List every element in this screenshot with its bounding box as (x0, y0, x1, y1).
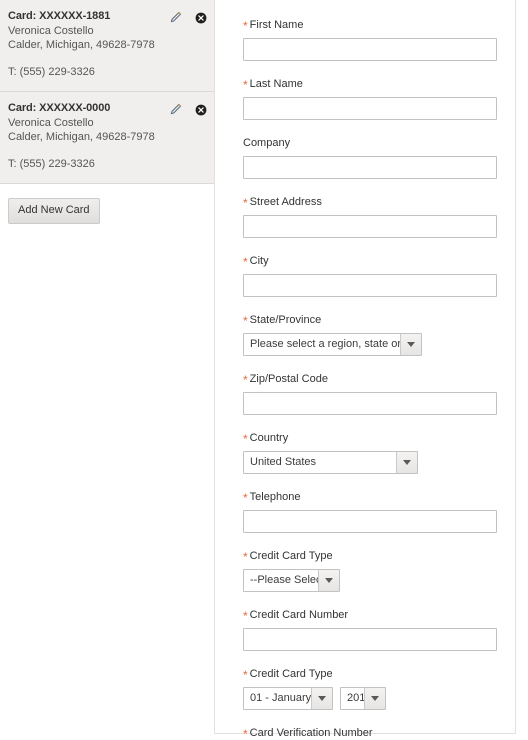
label-text: City (249, 255, 269, 267)
required-asterisk: * (243, 373, 248, 387)
state-province-label: * State/Province (243, 313, 493, 327)
card-holder-name: Veronica Costello (8, 25, 94, 37)
label-text: Card Verification Number (249, 727, 373, 739)
street-address-label: * Street Address (243, 195, 493, 209)
field-city: * City (243, 254, 497, 297)
field-card-verification-number: * Card Verification Number (243, 726, 493, 740)
first-name-label: * First Name (243, 18, 493, 32)
credit-card-type-label: * Credit Card Type (243, 549, 493, 563)
required-asterisk: * (243, 78, 248, 92)
field-last-name: * Last Name (243, 77, 497, 120)
expiration-year-selected-value: 2016 (341, 688, 371, 709)
first-name-input[interactable] (243, 38, 497, 61)
card-actions (168, 102, 208, 117)
country-label: * Country (243, 431, 493, 445)
company-label: Company (243, 136, 493, 150)
required-asterisk: * (243, 19, 248, 33)
card-address: Calder, Michigan, 49628-7978 (8, 131, 155, 143)
field-street-address: * Street Address (243, 195, 497, 238)
zip-postal-code-input[interactable] (243, 392, 497, 415)
country-selected-value: United States (244, 452, 396, 473)
chevron-down-icon[interactable] (311, 688, 332, 709)
state-province-selected-value: Please select a region, state or provinc… (244, 334, 421, 355)
label-text: State/Province (249, 314, 322, 326)
zip-postal-code-label: * Zip/Postal Code (243, 372, 493, 386)
label-text: Street Address (249, 196, 322, 208)
label-text: Credit Card Type (249, 550, 333, 562)
expiration-date-row: 01 - January 2016 (243, 687, 493, 710)
pencil-icon[interactable] (168, 102, 183, 117)
label-text: First Name (249, 19, 304, 31)
required-asterisk: * (243, 668, 248, 682)
circle-x-icon[interactable] (193, 102, 208, 117)
required-asterisk: * (243, 491, 248, 505)
required-asterisk: * (243, 314, 248, 328)
credit-card-number-input[interactable] (243, 628, 497, 651)
telephone-input[interactable] (243, 510, 497, 533)
chevron-down-icon[interactable] (400, 334, 421, 355)
label-text: Credit Card Type (249, 668, 333, 680)
expiration-month-select[interactable]: 01 - January (243, 687, 333, 710)
chevron-down-icon[interactable] (396, 452, 417, 473)
required-asterisk: * (243, 609, 248, 623)
credit-card-type-select[interactable]: --Please Select-- (243, 569, 340, 592)
card-phone: T: (555) 229-3326 (8, 66, 95, 78)
expiration-month-selected-value: 01 - January (244, 688, 311, 709)
label-text: Last Name (249, 78, 303, 90)
field-expiration-date: * Credit Card Type 01 - January 2016 (243, 667, 493, 710)
last-name-input[interactable] (243, 97, 497, 120)
label-text: Country (249, 432, 289, 444)
credit-card-type-selected-value: --Please Select-- (244, 570, 332, 591)
field-company: Company (243, 136, 497, 179)
label-text: Telephone (249, 491, 301, 503)
chevron-down-icon[interactable] (364, 688, 385, 709)
country-select[interactable]: United States (243, 451, 418, 474)
card-holder-name: Veronica Costello (8, 117, 94, 129)
required-asterisk: * (243, 550, 248, 564)
field-credit-card-number: * Credit Card Number (243, 608, 497, 651)
card-title: Card: XXXXXX-1881 (8, 10, 111, 22)
required-asterisk: * (243, 255, 248, 269)
company-input[interactable] (243, 156, 497, 179)
card-form-panel: * First Name * Last Name Company * Street A… (214, 0, 516, 740)
add-new-card-wrap: Add New Card (0, 184, 214, 224)
field-telephone: * Telephone (243, 490, 497, 533)
field-zip-postal-code: * Zip/Postal Code (243, 372, 497, 415)
list-item[interactable]: Card: XXXXXX-0000 Veronica Costello Cald… (0, 92, 214, 184)
expiration-year-select[interactable]: 2016 (340, 687, 386, 710)
card-phone: T: (555) 229-3326 (8, 158, 95, 170)
required-asterisk: * (243, 196, 248, 210)
saved-cards-sidebar: Card: XXXXXX-1881 Veronica Costello Cald… (0, 0, 214, 740)
card-verification-number-label: * Card Verification Number (243, 726, 493, 740)
label-text: Credit Card Number (249, 609, 349, 621)
card-address: Calder, Michigan, 49628-7978 (8, 39, 155, 51)
credit-card-number-label: * Credit Card Number (243, 608, 493, 622)
field-state-province: * State/Province Please select a region, … (243, 313, 493, 356)
field-country: * Country United States (243, 431, 493, 474)
field-credit-card-type: * Credit Card Type --Please Select-- (243, 549, 493, 592)
list-item[interactable]: Card: XXXXXX-1881 Veronica Costello Cald… (0, 0, 214, 92)
chevron-down-icon[interactable] (318, 570, 339, 591)
state-province-select[interactable]: Please select a region, state or provinc… (243, 333, 422, 356)
required-asterisk: * (243, 432, 248, 446)
required-asterisk: * (243, 727, 248, 740)
card-title: Card: XXXXXX-0000 (8, 102, 111, 114)
label-text: Zip/Postal Code (249, 373, 328, 385)
telephone-label: * Telephone (243, 490, 493, 504)
card-form: * First Name * Last Name Company * Street A… (215, 0, 515, 740)
label-text: Company (243, 137, 291, 149)
last-name-label: * Last Name (243, 77, 493, 91)
pencil-icon[interactable] (168, 10, 183, 25)
city-label: * City (243, 254, 493, 268)
field-first-name: * First Name (243, 18, 497, 61)
street-address-input[interactable] (243, 215, 497, 238)
page-root: Card: XXXXXX-1881 Veronica Costello Cald… (0, 0, 528, 740)
card-actions (168, 10, 208, 25)
expiration-date-label: * Credit Card Type (243, 667, 493, 681)
card-list: Card: XXXXXX-1881 Veronica Costello Cald… (0, 0, 214, 184)
city-input[interactable] (243, 274, 497, 297)
circle-x-icon[interactable] (193, 10, 208, 25)
add-new-card-button[interactable]: Add New Card (8, 198, 100, 224)
